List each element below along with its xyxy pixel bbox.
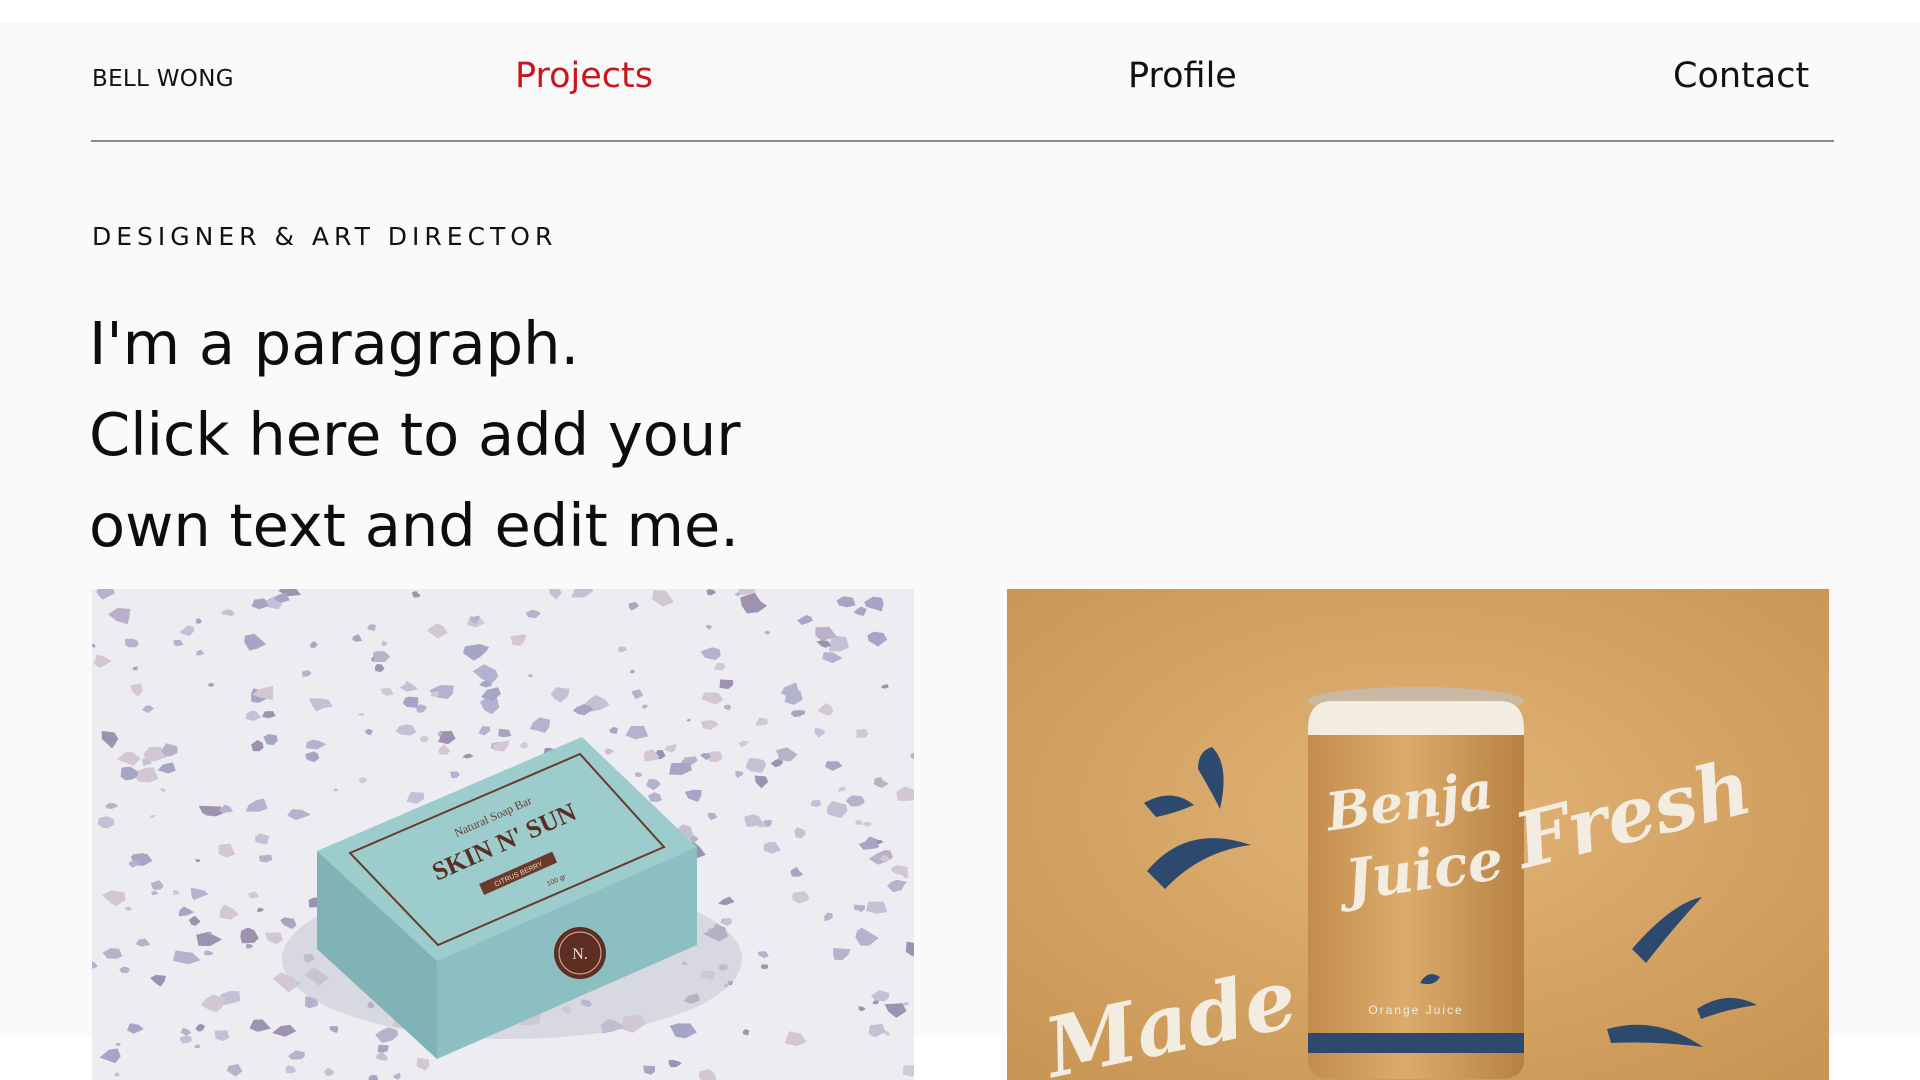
- terrazzo-speck: [855, 729, 869, 738]
- can-flavor: Orange Juice: [1368, 1003, 1463, 1017]
- can-top-band: [1308, 701, 1524, 735]
- intro-line-1: I'm a paragraph.: [89, 309, 580, 378]
- nav-profile-link[interactable]: Profile: [1128, 56, 1237, 96]
- box-seal-mark: N.: [572, 946, 588, 963]
- soap-box-image: Natural Soap Bar SKIN N' SUN CITRUS BERR…: [92, 589, 914, 1080]
- nav-contact-link[interactable]: Contact: [1673, 56, 1809, 96]
- intro-paragraph: I'm a paragraph. Click here to add your …: [89, 298, 889, 571]
- role-title: DESIGNER & ART DIRECTOR: [92, 222, 558, 251]
- can-bottom-stripe: [1308, 1033, 1524, 1053]
- page: BELL WONG Projects Profile Contact DESIG…: [0, 0, 1920, 1080]
- project-card-soap[interactable]: Natural Soap Bar SKIN N' SUN CITRUS BERR…: [92, 589, 914, 1080]
- juice-can-image: Benja Juice Orange Juice Fresh Made: [1007, 589, 1829, 1080]
- header-divider: [91, 140, 1834, 142]
- project-card-juice[interactable]: Benja Juice Orange Juice Fresh Made: [1007, 589, 1829, 1080]
- nav-projects-link[interactable]: Projects: [515, 56, 653, 96]
- intro-line-3: own text and edit me.: [89, 491, 740, 560]
- intro-line-2: Click here to add your: [89, 400, 741, 469]
- site-logo[interactable]: BELL WONG: [92, 66, 234, 92]
